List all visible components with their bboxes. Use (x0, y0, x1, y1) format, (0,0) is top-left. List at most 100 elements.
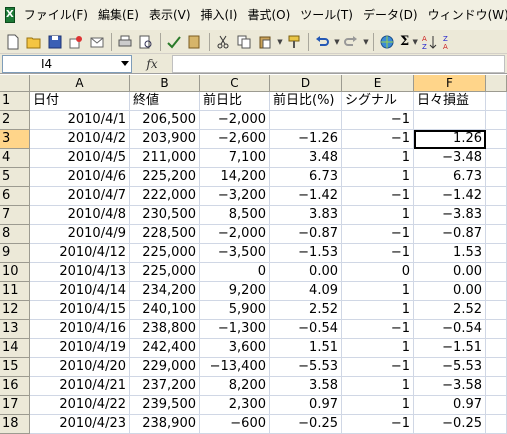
cell-f8[interactable]: −0.87 (414, 225, 486, 244)
cell-g11[interactable] (486, 282, 507, 301)
cell-a17[interactable]: 2010/4/22 (30, 396, 130, 415)
cell-f6[interactable]: −1.42 (414, 187, 486, 206)
save-icon[interactable] (45, 32, 65, 52)
autosum-icon[interactable]: Σ (398, 34, 411, 49)
cell-c9[interactable]: −3,500 (200, 244, 270, 263)
cell-c8[interactable]: −2,000 (200, 225, 270, 244)
cell-d10[interactable]: 0.00 (270, 263, 342, 282)
cell-d12[interactable]: 2.52 (270, 301, 342, 320)
cell-c2[interactable]: −2,000 (200, 111, 270, 130)
cell-b12[interactable]: 240,100 (130, 301, 200, 320)
cell-d1[interactable]: 前日比(%) (270, 92, 342, 111)
cell-e13[interactable]: −1 (342, 320, 414, 339)
cell-e6[interactable]: −1 (342, 187, 414, 206)
cell-g17[interactable] (486, 396, 507, 415)
column-header-b[interactable]: B (130, 75, 200, 92)
name-box[interactable]: I4 (2, 54, 132, 73)
sort-descending-icon[interactable]: ZA (440, 32, 460, 52)
cell-e9[interactable]: −1 (342, 244, 414, 263)
cell-a15[interactable]: 2010/4/20 (30, 358, 130, 377)
cell-g14[interactable] (486, 339, 507, 358)
row-header[interactable]: 6 (0, 187, 30, 206)
row-header[interactable]: 14 (0, 339, 30, 358)
cell-e17[interactable]: 1 (342, 396, 414, 415)
menu-item-3[interactable]: 挿入(I) (196, 0, 243, 30)
cell-f15[interactable]: −5.53 (414, 358, 486, 377)
cell-a3[interactable]: 2010/4/2 (30, 130, 130, 149)
cell-f2[interactable] (414, 111, 486, 130)
excel-app-icon[interactable]: X (5, 7, 15, 23)
cell-f10[interactable]: 0.00 (414, 263, 486, 282)
cell-b5[interactable]: 225,200 (130, 168, 200, 187)
cell-b3[interactable]: 203,900 (130, 130, 200, 149)
cell-b10[interactable]: 225,000 (130, 263, 200, 282)
cell-f7[interactable]: −3.83 (414, 206, 486, 225)
menu-item-0[interactable]: ファイル(F) (19, 0, 93, 30)
cut-icon[interactable] (213, 32, 233, 52)
redo-icon[interactable] (341, 32, 361, 52)
sort-ascending-icon[interactable]: AZ (419, 32, 439, 52)
cell-c3[interactable]: −2,600 (200, 130, 270, 149)
autosum-dropdown-icon[interactable]: ▼ (411, 32, 419, 52)
print-icon[interactable] (115, 32, 135, 52)
cell-c5[interactable]: 14,200 (200, 168, 270, 187)
cell-g8[interactable] (486, 225, 507, 244)
menu-item-2[interactable]: 表示(V) (144, 0, 196, 30)
cell-c4[interactable]: 7,100 (200, 149, 270, 168)
copy-icon[interactable] (234, 32, 254, 52)
row-header[interactable]: 4 (0, 149, 30, 168)
cell-c6[interactable]: −3,200 (200, 187, 270, 206)
research-icon[interactable] (185, 32, 205, 52)
cell-f12[interactable]: 2.52 (414, 301, 486, 320)
spelling-icon[interactable] (164, 32, 184, 52)
column-header-g[interactable] (486, 75, 507, 92)
paste-icon[interactable] (255, 32, 275, 52)
cell-b14[interactable]: 242,400 (130, 339, 200, 358)
cell-b11[interactable]: 234,200 (130, 282, 200, 301)
menu-item-6[interactable]: データ(D) (358, 0, 423, 30)
menu-item-7[interactable]: ウィンドウ(W) (423, 0, 507, 30)
cell-c14[interactable]: 3,600 (200, 339, 270, 358)
row-header[interactable]: 5 (0, 168, 30, 187)
row-header[interactable]: 2 (0, 111, 30, 130)
cell-a7[interactable]: 2010/4/8 (30, 206, 130, 225)
column-header-d[interactable]: D (270, 75, 342, 92)
cell-g10[interactable] (486, 263, 507, 282)
cell-b9[interactable]: 225,000 (130, 244, 200, 263)
cell-d9[interactable]: −1.53 (270, 244, 342, 263)
cell-d3[interactable]: −1.26 (270, 130, 342, 149)
cell-e11[interactable]: 1 (342, 282, 414, 301)
cell-c17[interactable]: 2,300 (200, 396, 270, 415)
cell-e16[interactable]: 1 (342, 377, 414, 396)
column-header-e[interactable]: E (342, 75, 414, 92)
row-header[interactable]: 1 (0, 92, 30, 111)
cell-c12[interactable]: 5,900 (200, 301, 270, 320)
name-box-dropdown-icon[interactable] (121, 60, 129, 66)
row-header[interactable]: 11 (0, 282, 30, 301)
cell-d4[interactable]: 3.48 (270, 149, 342, 168)
cell-a16[interactable]: 2010/4/21 (30, 377, 130, 396)
menu-item-1[interactable]: 編集(E) (93, 0, 144, 30)
cell-b2[interactable]: 206,500 (130, 111, 200, 130)
cell-b7[interactable]: 230,500 (130, 206, 200, 225)
cell-a14[interactable]: 2010/4/19 (30, 339, 130, 358)
cell-f17[interactable]: 0.97 (414, 396, 486, 415)
cell-f4[interactable]: −3.48 (414, 149, 486, 168)
cell-a6[interactable]: 2010/4/7 (30, 187, 130, 206)
cell-f18[interactable]: −0.25 (414, 415, 486, 434)
row-header[interactable]: 15 (0, 358, 30, 377)
row-header[interactable]: 3 (0, 130, 30, 149)
print-preview-icon[interactable] (136, 32, 156, 52)
cell-c16[interactable]: 8,200 (200, 377, 270, 396)
cell-g16[interactable] (486, 377, 507, 396)
cell-a12[interactable]: 2010/4/15 (30, 301, 130, 320)
cell-a13[interactable]: 2010/4/16 (30, 320, 130, 339)
cell-g4[interactable] (486, 149, 507, 168)
cell-c13[interactable]: −1,300 (200, 320, 270, 339)
cell-a18[interactable]: 2010/4/23 (30, 415, 130, 434)
cell-b8[interactable]: 228,500 (130, 225, 200, 244)
cell-f16[interactable]: −3.58 (414, 377, 486, 396)
select-all-corner[interactable] (0, 75, 30, 92)
cell-f14[interactable]: −1.51 (414, 339, 486, 358)
cell-d18[interactable]: −0.25 (270, 415, 342, 434)
